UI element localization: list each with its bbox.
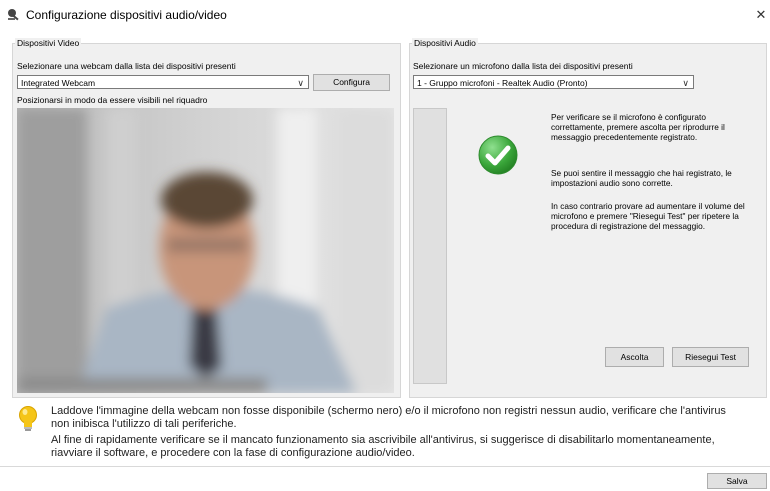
video-group-label: Dispositivi Video [15, 38, 82, 48]
webcam-preview [17, 108, 394, 393]
check-success-icon [478, 135, 518, 175]
microphone-select-value: 1 - Gruppo microfoni - Realtek Audio (Pr… [417, 78, 588, 88]
title-bar: Configurazione dispositivi audio/video ✕ [0, 0, 770, 30]
microphone-select[interactable]: 1 - Gruppo microfoni - Realtek Audio (Pr… [413, 75, 694, 89]
audio-group-label: Dispositivi Audio [412, 38, 478, 48]
webcam-frame-image [17, 108, 394, 393]
webcam-select-value: Integrated Webcam [21, 78, 96, 88]
position-hint: Posizionarsi in modo da essere visibili … [17, 95, 208, 105]
save-button[interactable]: Salva [707, 473, 767, 489]
webcam-config-icon [8, 9, 19, 21]
close-button[interactable]: ✕ [752, 6, 770, 24]
footer-separator [0, 466, 770, 467]
chevron-down-icon: ∨ [682, 78, 689, 88]
audio-instruction-1: Per verificare se il microfono è configu… [551, 112, 725, 142]
lightbulb-icon [19, 406, 37, 431]
audio-instruction-3: In caso contrario provare ad aumentare i… [551, 201, 745, 231]
chevron-down-icon: ∨ [297, 78, 304, 88]
configure-button[interactable]: Configura [313, 74, 390, 91]
info-line-1: Laddove l'immagine della webcam non foss… [51, 405, 726, 417]
webcam-select[interactable]: Integrated Webcam ∨ [17, 75, 309, 89]
microphone-level-meter [413, 108, 447, 384]
audio-instruction-2: Se puoi sentire il messaggio che hai reg… [551, 168, 732, 188]
retest-button[interactable]: Riesegui Test [672, 347, 749, 367]
window-title: Configurazione dispositivi audio/video [26, 8, 227, 22]
microphone-select-label: Selezionare un microfono dalla lista dei… [413, 61, 633, 71]
listen-button[interactable]: Ascolta [605, 347, 664, 367]
info-line-3: Al fine di rapidamente verificare se il … [51, 434, 715, 446]
info-line-2: non inibisca l'utilizzo di tali periferi… [51, 418, 237, 430]
info-line-4: riavviare il software, e procedere con l… [51, 447, 415, 459]
webcam-select-label: Selezionare una webcam dalla lista dei d… [17, 61, 236, 71]
